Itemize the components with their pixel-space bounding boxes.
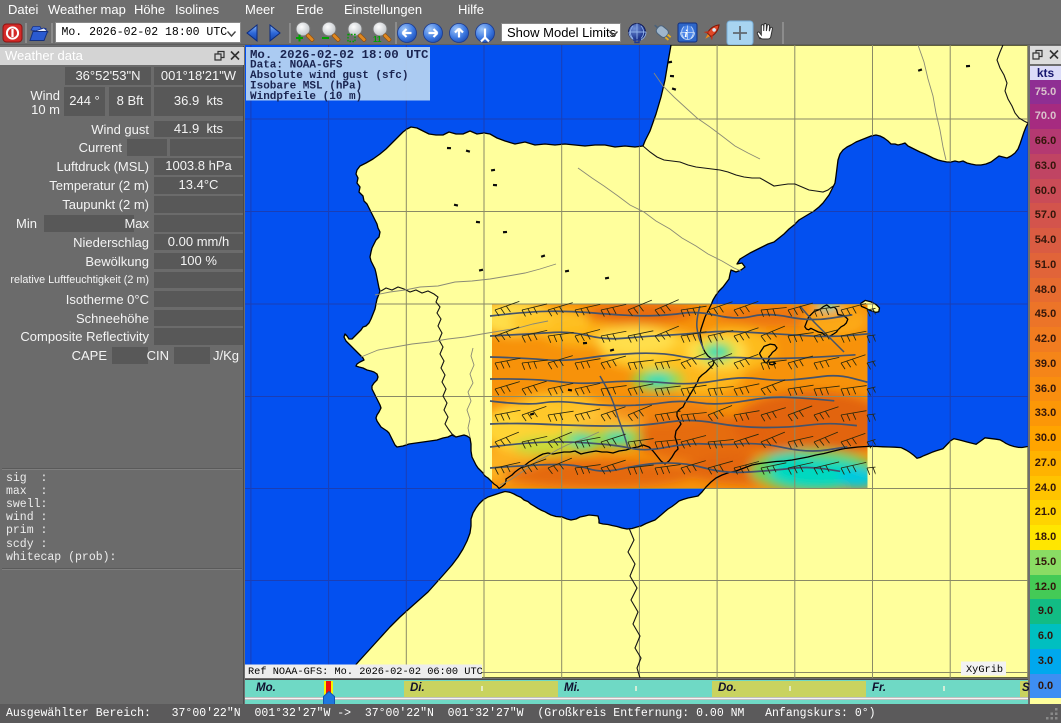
svg-text:Windpfeile (10 m): Windpfeile (10 m) [250, 91, 362, 103]
svg-text:XyGrib: XyGrib [966, 664, 1003, 676]
svg-text:11: 11 [373, 35, 382, 44]
svg-text:Ref NOAA-GFS: Mo. 2026-02-02 0: Ref NOAA-GFS: Mo. 2026-02-02 06:00 UTC [248, 666, 483, 678]
